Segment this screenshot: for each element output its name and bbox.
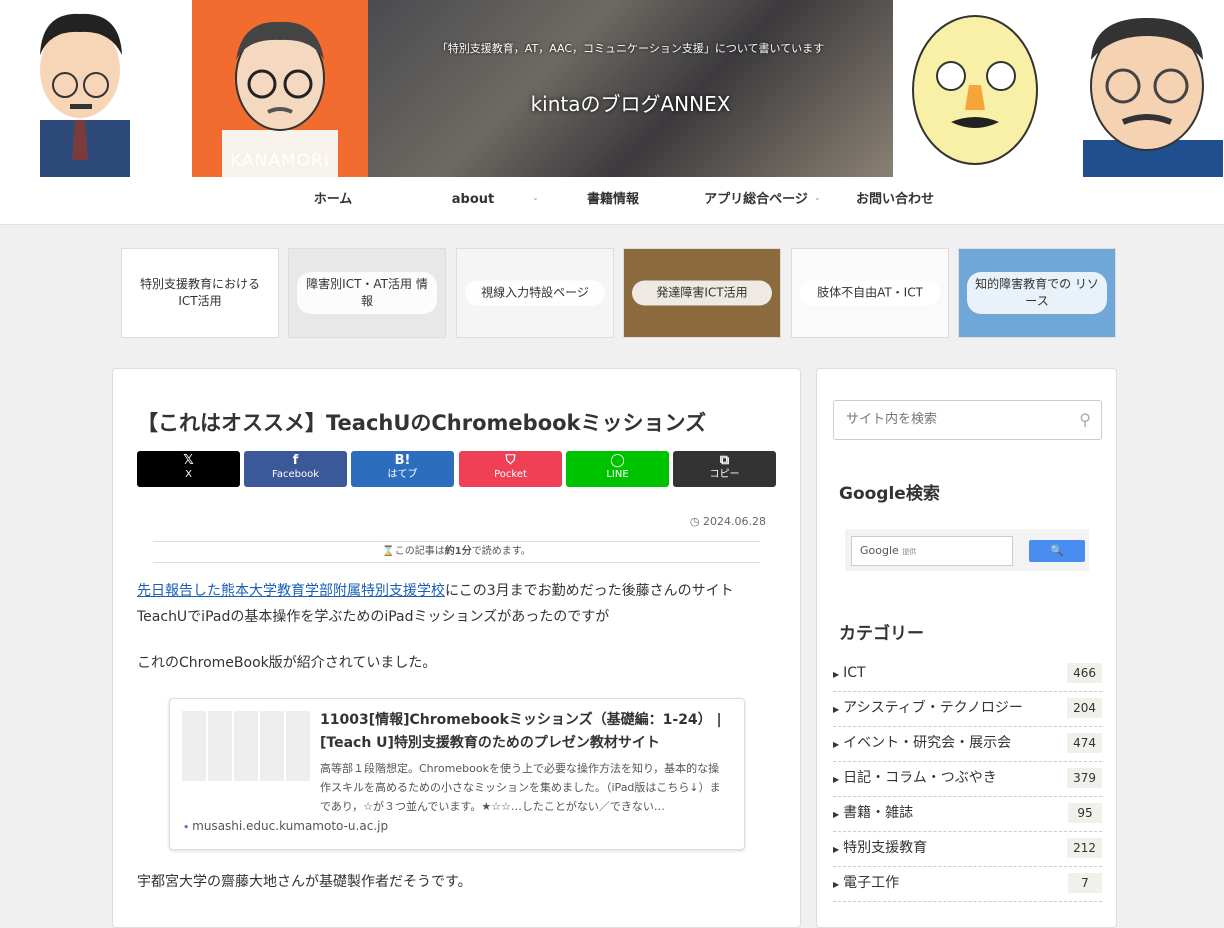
caret-right-icon: ▶: [833, 880, 840, 889]
facebook-icon: f: [292, 453, 299, 468]
header-illustration-left: [0, 0, 192, 177]
hatena-icon: B!: [394, 453, 411, 468]
share-hatena-button[interactable]: B! はてブ: [351, 451, 454, 487]
link-card-domain: ⬩ musashi.educ.kumamoto-u.ac.jp: [184, 819, 389, 833]
nav-home[interactable]: ホーム: [284, 177, 382, 225]
carousel-card-label: 特別支援教育における ICT活用: [130, 272, 270, 314]
carousel-card-ict[interactable]: 特別支援教育における ICT活用: [121, 248, 279, 338]
share-label: LINE: [606, 469, 629, 480]
copy-icon: ⧉: [719, 453, 730, 468]
paragraph-1: 先日報告した熊本大学教育学部附属特別支援学校にこの3月までお勤めだった後藤さんの…: [137, 583, 734, 625]
caret-right-icon: ▶: [833, 740, 840, 749]
share-label: Facebook: [272, 469, 319, 480]
caret-right-icon: ▶: [833, 670, 840, 679]
article-main: 【これはオススメ】TeachUのChromebookミッションズ 𝕏 X f F…: [112, 368, 801, 928]
search-input[interactable]: [844, 411, 1064, 428]
caret-right-icon: ▶: [833, 775, 840, 784]
category-item[interactable]: ▶ 書籍・雑誌 95: [833, 797, 1102, 832]
category-count: 204: [1067, 698, 1102, 718]
share-x-button[interactable]: 𝕏 X: [137, 451, 240, 487]
school-link[interactable]: 先日報告した熊本大学教育学部附属特別支援学校: [137, 583, 445, 599]
share-label: X: [185, 469, 192, 480]
share-pocket-button[interactable]: ⛉ Pocket: [459, 451, 562, 487]
category-count: 466: [1067, 663, 1102, 683]
link-card[interactable]: 11003[情報]Chromebookミッションズ（基礎編：1-24） | [T…: [169, 698, 745, 850]
nav-books[interactable]: 書籍情報: [564, 177, 662, 225]
category-count: 95: [1068, 803, 1102, 823]
category-item[interactable]: ▶ アシスティブ・テクノロジー 204: [833, 692, 1102, 727]
header-illustration-right: [893, 0, 1224, 177]
cartoon-faces-icon: [912, 15, 1223, 177]
chevron-down-icon: ⌄: [814, 193, 821, 202]
category-count: 7: [1068, 873, 1102, 893]
google-search-title: Google検索: [839, 484, 940, 504]
site-header[interactable]: KANAMORI 「特別支援教育，AT，AAC，コミュニケーション支援」について…: [0, 0, 1224, 177]
chevron-down-icon: ⌄: [532, 193, 539, 202]
link-card-title: 11003[情報]Chromebookミッションズ（基礎編：1-24） | [T…: [320, 712, 722, 751]
header-photo: 「特別支援教育，AT，AAC，コミュニケーション支援」について書いています ki…: [368, 0, 893, 177]
paragraph-2: これのChromeBook版が紹介されていました。: [137, 655, 437, 671]
link-card-description: 高等部１段階想定。Chromebookを使う上で必要な操作方法を知り，基本的な操…: [320, 762, 721, 813]
category-item[interactable]: ▶ ICT 466: [833, 657, 1102, 692]
category-item[interactable]: ▶ イベント・研究会・展示会 474: [833, 727, 1102, 762]
favicon-icon: ⬩: [184, 819, 193, 833]
post-date: ◷ 2024.06.28: [689, 515, 766, 528]
site-description: 「特別支援教育，AT，AAC，コミュニケーション支援」について書いています: [436, 42, 825, 55]
google-search-input[interactable]: Google 提供: [851, 536, 1013, 566]
x-icon: 𝕏: [183, 453, 194, 468]
google-search-widget: Google 提供 🔍: [845, 529, 1089, 571]
nav-about[interactable]: about: [424, 177, 522, 225]
google-search-button[interactable]: 🔍: [1029, 540, 1085, 562]
share-label: コピー: [709, 469, 740, 480]
sidebar: ⚲ Google検索 Google 提供 🔍 カテゴリー ▶ICT466 ▶アシ…: [816, 368, 1117, 928]
share-label: Pocket: [494, 469, 527, 480]
paragraph-3: 宇都宮大学の齋藤大地さんが基礎製作者だそうです。: [137, 874, 472, 890]
portrait-label: KANAMORI: [230, 151, 330, 171]
hourglass-icon: ⌛: [382, 546, 395, 557]
carousel-card-label: 障害別ICT・AT活用 情報: [297, 272, 437, 314]
carousel-card-intellectual[interactable]: 知的障害教育での リソース: [958, 248, 1116, 338]
line-icon: ◯: [610, 453, 625, 468]
category-count: 474: [1067, 733, 1102, 753]
carousel-card-physical[interactable]: 肢体不自由AT・ICT: [791, 248, 949, 338]
carousel-card-label: 視線入力特設ページ: [465, 280, 605, 306]
caret-right-icon: ▶: [833, 845, 840, 854]
category-item[interactable]: ▶ 日記・コラム・つぶやき 379: [833, 762, 1102, 797]
search-icon[interactable]: ⚲: [1079, 410, 1091, 429]
header-portrait-kanamori: KANAMORI: [192, 0, 368, 177]
nav-apps[interactable]: アプリ総合ページ: [698, 177, 814, 225]
carousel-card-disability[interactable]: 障害別ICT・AT活用 情報: [288, 248, 446, 338]
carousel-card-label: 肢体不自由AT・ICT: [800, 280, 940, 306]
category-item[interactable]: ▶ 特別支援教育 212: [833, 832, 1102, 867]
global-nav: ホーム about ⌄ 書籍情報 アプリ総合ページ ⌄ お問い合わせ: [0, 177, 1224, 225]
category-count: 379: [1067, 768, 1102, 788]
carousel-card-label: 発達障害ICT活用: [632, 280, 772, 306]
share-label: はてブ: [387, 469, 418, 480]
caret-right-icon: ▶: [833, 810, 840, 819]
cartoon-man-suit-icon: [40, 13, 130, 177]
carousel-card-developmental[interactable]: 発達障害ICT活用: [623, 248, 781, 338]
read-time: ⌛この記事は約1分で読めます。: [153, 541, 760, 563]
carousel-card-label: 知的障害教育での リソース: [967, 272, 1107, 314]
category-count: 212: [1067, 838, 1102, 858]
caret-right-icon: ▶: [833, 705, 840, 714]
pocket-icon: ⛉: [505, 453, 516, 468]
share-facebook-button[interactable]: f Facebook: [244, 451, 347, 487]
article-title: 【これはオススメ】TeachUのChromebookミッションズ: [137, 411, 707, 435]
site-title[interactable]: kintaのブログANNEX: [368, 88, 893, 117]
clock-icon: ◷: [689, 515, 704, 528]
nav-contact[interactable]: お問い合わせ: [846, 177, 944, 225]
link-card-thumbnail: [182, 711, 312, 781]
share-line-button[interactable]: ◯ LINE: [566, 451, 669, 487]
category-title: カテゴリー: [839, 624, 924, 644]
carousel-card-eyegaze[interactable]: 視線入力特設ページ: [456, 248, 614, 338]
site-search[interactable]: ⚲: [833, 400, 1102, 440]
share-copy-button[interactable]: ⧉ コピー: [673, 451, 776, 487]
